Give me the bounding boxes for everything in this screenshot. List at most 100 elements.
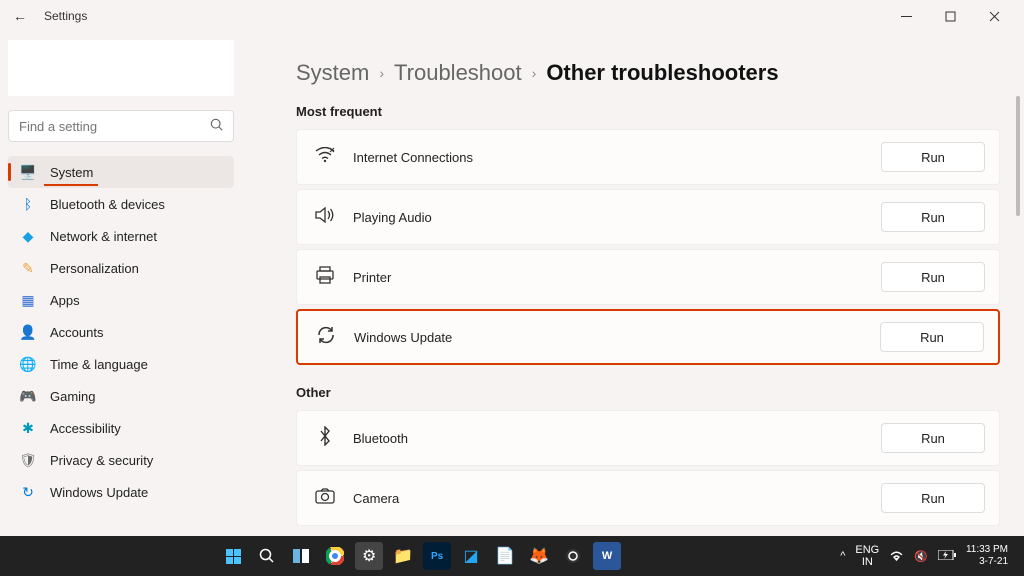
nav-icon: ✱ — [18, 420, 38, 437]
nav-icon: 👤 — [18, 324, 38, 341]
sidebar-item-network-internet[interactable]: ◆ Network & internet — [8, 220, 234, 252]
firefox-icon[interactable]: 🦊 — [525, 542, 553, 570]
minimize-button[interactable] — [884, 2, 928, 30]
clock-time: 11:33 PM — [966, 544, 1008, 556]
sidebar-item-privacy-security[interactable]: 🛡 Privacy & security — [8, 444, 234, 476]
sidebar-item-personalization[interactable]: ✎ Personalization — [8, 252, 234, 284]
nav-label: Network & internet — [50, 229, 157, 244]
tray-chevron-icon[interactable]: ^ — [840, 550, 845, 562]
nav-icon: ↻ — [18, 484, 38, 501]
close-button[interactable] — [972, 2, 1016, 30]
bt-icon — [311, 426, 339, 451]
explorer-icon[interactable]: 📁 — [389, 542, 417, 570]
nav-icon: ◆ — [18, 228, 38, 245]
start-button[interactable] — [219, 542, 247, 570]
settings-icon[interactable]: ⚙ — [355, 542, 383, 570]
troubleshooter-camera: CameraRun — [296, 470, 1000, 526]
troubleshooter-label: Camera — [353, 491, 881, 506]
speaker-icon — [311, 207, 339, 228]
nav-icon: 🛡 — [18, 452, 38, 469]
breadcrumb-system[interactable]: System — [296, 60, 369, 86]
titlebar: ← Settings — [0, 0, 1024, 32]
nav-label: Accounts — [50, 325, 103, 340]
troubleshooter-label: Bluetooth — [353, 431, 881, 446]
breadcrumb: System › Troubleshoot › Other troublesho… — [296, 60, 1000, 86]
back-button[interactable]: ← — [8, 8, 32, 24]
breadcrumb-current: Other troubleshooters — [546, 60, 778, 86]
run-button[interactable]: Run — [881, 423, 985, 453]
run-button[interactable]: Run — [881, 202, 985, 232]
taskbar-search[interactable] — [253, 542, 281, 570]
breadcrumb-troubleshoot[interactable]: Troubleshoot — [394, 60, 522, 86]
nav-label: Windows Update — [50, 485, 148, 500]
window-title: Settings — [44, 9, 87, 23]
wifi-icon — [311, 147, 339, 168]
profile-card[interactable] — [8, 40, 234, 96]
nav-label: Personalization — [50, 261, 139, 276]
nav-icon: ✎ — [18, 260, 38, 277]
nav-label: System — [50, 165, 93, 180]
nav-label: Privacy & security — [50, 453, 153, 468]
troubleshooter-label: Printer — [353, 270, 881, 285]
run-button[interactable]: Run — [881, 483, 985, 513]
troubleshooter-printer: PrinterRun — [296, 249, 1000, 305]
content-area: System › Troubleshoot › Other troublesho… — [242, 32, 1024, 536]
sidebar-item-system[interactable]: 🖥️ System — [8, 156, 234, 188]
camera-icon — [311, 488, 339, 509]
tray-region: IN — [855, 556, 879, 568]
nav-icon: ▦ — [18, 292, 38, 309]
tray-language[interactable]: ENG — [855, 544, 879, 556]
nav-icon: 🌐 — [18, 356, 38, 373]
nav-icon: 🖥️ — [18, 164, 38, 181]
obs-icon[interactable] — [559, 542, 587, 570]
sidebar-item-accounts[interactable]: 👤 Accounts — [8, 316, 234, 348]
section-title-other: Other — [296, 385, 1000, 400]
chrome-icon[interactable] — [321, 542, 349, 570]
task-view[interactable] — [287, 542, 315, 570]
nav-icon: 🎮 — [18, 388, 38, 405]
search-box — [8, 110, 234, 142]
troubleshooter-label: Internet Connections — [353, 150, 881, 165]
run-button[interactable]: Run — [881, 262, 985, 292]
refresh-icon — [312, 326, 340, 349]
nav-label: Time & language — [50, 357, 148, 372]
troubleshooter-bluetooth: BluetoothRun — [296, 410, 1000, 466]
sidebar-item-accessibility[interactable]: ✱ Accessibility — [8, 412, 234, 444]
maximize-button[interactable] — [928, 2, 972, 30]
chevron-right-icon: › — [532, 65, 537, 81]
run-button[interactable]: Run — [880, 322, 984, 352]
chevron-right-icon: › — [379, 65, 384, 81]
system-tray: ^ ENG IN 🔇 11:33 PM 3-7-21 — [840, 544, 1024, 568]
nav-label: Gaming — [50, 389, 96, 404]
word-icon[interactable]: W — [593, 542, 621, 570]
nav-label: Apps — [50, 293, 80, 308]
photoshop-icon[interactable]: Ps — [423, 542, 451, 570]
search-icon — [210, 118, 224, 137]
wifi-icon[interactable] — [889, 549, 904, 564]
battery-icon[interactable] — [938, 550, 956, 563]
sidebar-item-bluetooth-devices[interactable]: ᛒ Bluetooth & devices — [8, 188, 234, 220]
scrollbar[interactable] — [1016, 96, 1020, 216]
notepad-icon[interactable]: 📄 — [491, 542, 519, 570]
sidebar-item-time-language[interactable]: 🌐 Time & language — [8, 348, 234, 380]
taskbar-center: ⚙ 📁 Ps ◪ 📄 🦊 W — [0, 542, 840, 570]
nav-label: Bluetooth & devices — [50, 197, 165, 212]
sidebar: 🖥️ System ᛒ Bluetooth & devices ◆ Network & i… — [0, 32, 242, 536]
troubleshooter-label: Windows Update — [354, 330, 880, 345]
section-title-most-frequent: Most frequent — [296, 104, 1000, 119]
run-button[interactable]: Run — [881, 142, 985, 172]
nav-label: Accessibility — [50, 421, 121, 436]
troubleshooter-playing-audio: Playing AudioRun — [296, 189, 1000, 245]
clock-date: 3-7-21 — [966, 556, 1008, 568]
search-input[interactable] — [8, 110, 234, 142]
sidebar-item-apps[interactable]: ▦ Apps — [8, 284, 234, 316]
nav-icon: ᛒ — [18, 196, 38, 212]
taskbar: ⚙ 📁 Ps ◪ 📄 🦊 W ^ ENG IN 🔇 11:33 PM 3-7-2… — [0, 536, 1024, 576]
clock[interactable]: 11:33 PM 3-7-21 — [966, 544, 1014, 568]
vscode-icon[interactable]: ◪ — [457, 542, 485, 570]
sidebar-item-gaming[interactable]: 🎮 Gaming — [8, 380, 234, 412]
printer-icon — [311, 266, 339, 289]
volume-icon[interactable]: 🔇 — [914, 550, 928, 563]
sidebar-item-windows-update[interactable]: ↻ Windows Update — [8, 476, 234, 508]
troubleshooter-windows-update: Windows UpdateRun — [296, 309, 1000, 365]
